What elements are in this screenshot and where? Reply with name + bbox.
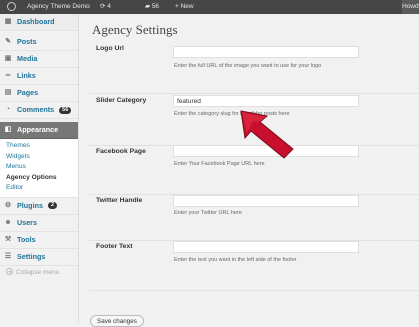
main-content: Agency Settings Logo Url Enter the full … [79, 14, 419, 327]
appearance-submenu: Themes Widgets Menus Agency Options Edit… [0, 139, 78, 198]
new-content-link[interactable]: + New [175, 0, 194, 14]
plus-icon: + [175, 3, 179, 10]
sidebar-item-label: Tools [17, 234, 36, 244]
media-icon: ▣ [4, 55, 12, 62]
dashboard-icon: ▦ [4, 18, 12, 25]
new-label: New [180, 3, 194, 10]
plugins-icon: ⚙ [4, 201, 12, 209]
submenu-item-editor[interactable]: Editor [0, 183, 78, 194]
settings-icon: ☰ [4, 252, 12, 260]
submenu-item-agency-options[interactable]: Agency Options [0, 173, 78, 184]
comment-bubble-icon: ▰ [145, 3, 150, 10]
updates-icon: ⟳ [100, 3, 106, 10]
field-description: Enter the full URL of the image you want… [174, 63, 322, 69]
twitter-handle-input[interactable] [173, 195, 359, 207]
field-label: Slider Category [96, 97, 147, 104]
submenu-item-widgets[interactable]: Widgets [0, 152, 78, 163]
sidebar-item-label: Plugins [17, 200, 43, 210]
collapse-menu-button[interactable]: ◂ Collapse menu [0, 266, 78, 280]
collapse-label: Collapse menu [16, 268, 60, 276]
sidebar-item-users[interactable]: ☻ Users [0, 215, 78, 232]
admin-sidebar: ▦ Dashboard ✎ Posts ▣ Media ∞ Links ▤ Pa… [0, 14, 79, 323]
sidebar-item-label: Comments [17, 105, 55, 114]
field-description: Enter your Twitter URL here [174, 210, 242, 216]
red-arrow-annotation [240, 110, 294, 159]
sidebar-item-media[interactable]: ▣ Media [0, 51, 78, 68]
sidebar-item-label: Posts [17, 37, 37, 46]
users-icon: ☻ [4, 218, 12, 226]
sidebar-item-label: Users [17, 217, 37, 227]
updates-count: 4 [107, 3, 111, 10]
field-label: Facebook Page [96, 148, 146, 155]
sidebar-item-comments[interactable]: ◔ Comments 56 [0, 102, 78, 119]
pages-icon: ▤ [4, 89, 12, 96]
page-title: Agency Settings [92, 22, 178, 37]
settings-row-logo-url: Logo Url Enter the full URL of the image… [89, 42, 419, 94]
sidebar-item-label: Links [17, 71, 36, 80]
field-label: Logo Url [96, 45, 124, 52]
sidebar-item-label: Media [17, 54, 38, 63]
howdy-account[interactable]: Howdy [402, 0, 419, 14]
save-changes-button[interactable]: Save changes [90, 315, 144, 327]
sidebar-item-links[interactable]: ∞ Links [0, 68, 78, 85]
submenu-item-themes[interactable]: Themes [0, 141, 78, 152]
admin-bar: Agency Theme Demo ⟳ 4 ▰ 56 + New Howdy [0, 0, 419, 14]
sidebar-item-label: Dashboard [17, 17, 55, 26]
submenu-item-menus[interactable]: Menus [0, 162, 78, 173]
field-description: Enter the text you want in the left side… [174, 257, 297, 263]
comments-link[interactable]: ▰ 56 [145, 0, 159, 14]
tools-icon: ⚒ [4, 235, 12, 243]
comments-badge: 56 [59, 106, 72, 114]
comments-count: 56 [151, 3, 160, 10]
field-label: Twitter Handle [96, 197, 143, 204]
sidebar-item-label: Settings [17, 251, 46, 261]
sidebar-item-dashboard[interactable]: ▦ Dashboard [0, 14, 78, 31]
collapse-icon: ◂ [6, 268, 13, 276]
field-label: Footer Text [96, 243, 133, 250]
settings-row-twitter-handle: Twitter Handle Enter your Twitter URL he… [89, 194, 419, 241]
settings-row-footer-text: Footer Text Enter the text you want in t… [89, 240, 419, 291]
sidebar-item-plugins[interactable]: ⚙ Plugins 2 [0, 198, 78, 215]
sidebar-item-pages[interactable]: ▤ Pages [0, 85, 78, 102]
posts-icon: ✎ [5, 38, 11, 45]
sidebar-item-tools[interactable]: ⚒ Tools [0, 232, 78, 249]
site-name-link[interactable]: Agency Theme Demo [27, 0, 90, 14]
footer-text-input[interactable] [173, 241, 359, 253]
wordpress-logo-icon[interactable] [0, 0, 22, 14]
sidebar-item-settings[interactable]: ☰ Settings [0, 249, 78, 266]
sidebar-item-label: Pages [17, 88, 39, 97]
updates-link[interactable]: ⟳ 4 [100, 0, 111, 14]
comments-icon: ◔ [5, 106, 11, 113]
sidebar-item-label: Appearance [17, 125, 59, 134]
links-icon: ∞ [5, 72, 11, 79]
plugins-badge: 2 [47, 202, 58, 210]
logo-url-input[interactable] [173, 46, 359, 58]
appearance-icon: ◧ [4, 126, 12, 133]
sidebar-item-posts[interactable]: ✎ Posts [0, 34, 78, 51]
sidebar-item-appearance[interactable]: ◧ Appearance [0, 122, 78, 139]
